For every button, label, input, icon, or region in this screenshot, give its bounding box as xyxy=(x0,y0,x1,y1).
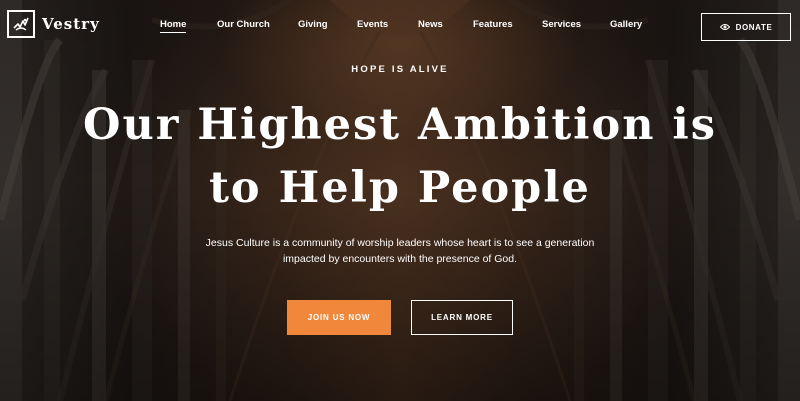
learn-more-button[interactable]: LEARN MORE xyxy=(411,300,513,335)
donate-label: DONATE xyxy=(735,22,773,32)
nav-item-home[interactable]: Home xyxy=(160,19,187,33)
hero-description: Jesus Culture is a community of worship … xyxy=(190,235,610,267)
hero-eyebrow: HOPE IS ALIVE xyxy=(351,64,449,75)
main-nav: Home Our Church Giving Events News Featu… xyxy=(0,19,800,35)
hero-headline-line1: Our Highest Ambition is xyxy=(83,100,717,150)
hero-description-line2: impacted by encounters with the presence… xyxy=(282,253,518,265)
nav-item-features[interactable]: Features xyxy=(473,19,513,30)
nav-item-services[interactable]: Services xyxy=(542,19,581,30)
nav-item-our-church[interactable]: Our Church xyxy=(217,19,270,30)
eye-icon xyxy=(719,23,730,31)
nav-item-gallery[interactable]: Gallery xyxy=(610,19,642,30)
hero-headline-line2: to Help People xyxy=(209,163,591,213)
nav-item-events[interactable]: Events xyxy=(357,19,388,30)
hero-description-line1: Jesus Culture is a community of worship … xyxy=(205,237,595,249)
hero-section: Vestry Home Our Church Giving Events New… xyxy=(0,0,800,401)
donate-button[interactable]: DONATE xyxy=(701,13,791,41)
nav-item-news[interactable]: News xyxy=(418,19,443,30)
join-us-button[interactable]: JOIN US NOW xyxy=(287,300,391,335)
nav-item-giving[interactable]: Giving xyxy=(298,19,328,30)
hero-headline: Our Highest Ambition is to Help People xyxy=(60,94,740,220)
